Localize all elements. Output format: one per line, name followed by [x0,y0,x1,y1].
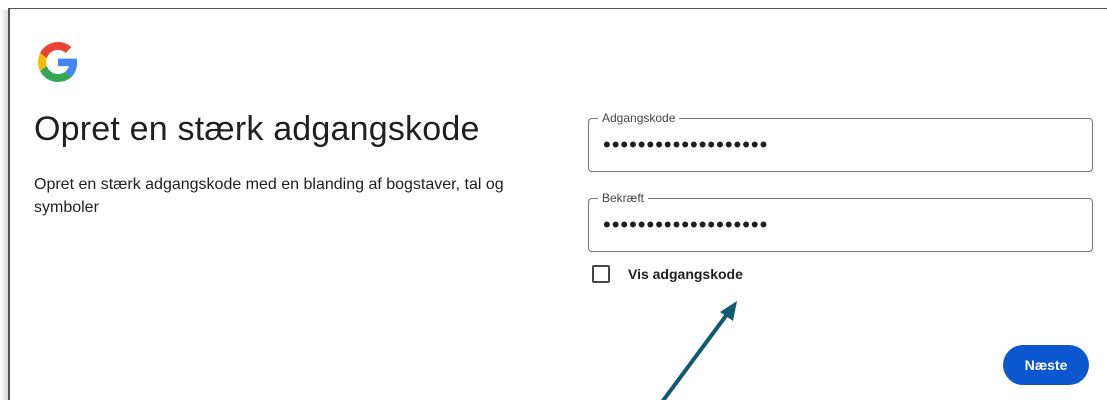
window-border-top [8,8,1107,9]
confirm-password-field-value[interactable]: ••••••••••••••••••• [603,213,768,237]
annotation-arrow-shaft [660,307,733,400]
annotation-arrow-head [720,301,737,321]
page-title: Opret en stærk adgangskode [34,110,480,148]
page-subtitle: Opret en stærk adgangskode med en blandi… [34,176,504,216]
confirm-password-field[interactable]: Bekræft ••••••••••••••••••• [588,191,1093,252]
google-g-icon [38,42,78,82]
confirm-password-field-label: Bekræft [598,191,649,205]
window-border-left [8,8,10,400]
window-shadow [0,10,8,400]
next-button[interactable]: Næste [1003,345,1089,385]
password-field[interactable]: Adgangskode ••••••••••••••••••• [588,111,1093,172]
show-password-label[interactable]: Vis adgangskode [628,266,743,282]
window-frame: Opret en stærk adgangskode Opret en stær… [0,0,1107,400]
show-password-checkbox[interactable] [592,265,610,283]
password-field-label: Adgangskode [598,111,680,125]
show-password-row[interactable]: Vis adgangskode [592,264,743,284]
password-field-value[interactable]: ••••••••••••••••••• [603,133,768,157]
